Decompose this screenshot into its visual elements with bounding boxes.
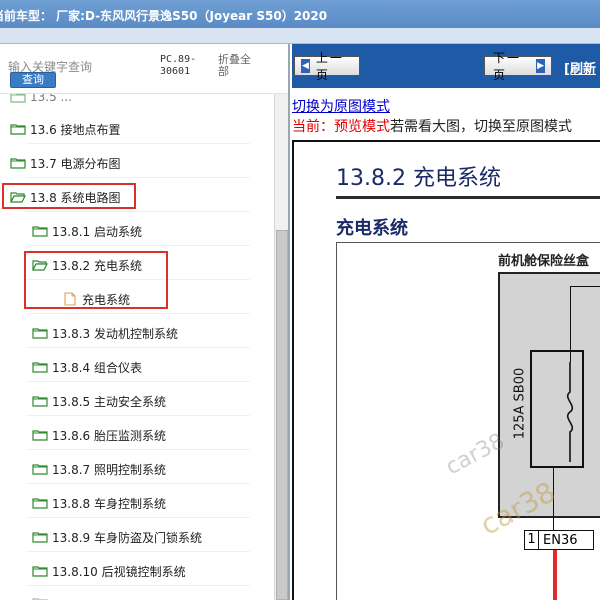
current-hint: 若需看大图，切换至原图模式 <box>390 119 572 135</box>
tree-item-label: 13.8.7 照明控制系统 <box>52 462 166 477</box>
fuse-label: 125A SB00 <box>512 367 528 440</box>
folder-icon <box>10 158 26 169</box>
folder-icon <box>32 430 48 441</box>
tree-item-13-8-4[interactable]: 13.8.4 组合仪表 <box>32 356 142 378</box>
current-mode-text: 当前：预览模式若需看大图，切换至原图模式 <box>292 116 572 136</box>
tree-item-label: 13.8.8 车身控制系统 <box>52 496 166 511</box>
tree-item-13-8-1[interactable]: 13.8.1 启动系统 <box>32 220 142 242</box>
catalog-tree: 13.5 ... 13.6 接地点布置 13.7 电源分布图 13.8 系统电路… <box>0 94 274 600</box>
heading-rule <box>336 196 600 199</box>
wiring-diagram: 前机舱保险丝盒 125A SB00 1 EN36 <box>336 242 600 600</box>
connector-label: EN36 <box>543 532 578 548</box>
folder-icon <box>10 94 26 103</box>
tree-item-label: 13.8.5 主动安全系统 <box>52 394 166 409</box>
current-mode: 预览模式 <box>334 119 390 135</box>
refresh-link[interactable]: [刷新 <box>564 58 596 77</box>
folder-icon <box>32 226 48 237</box>
document-view: 13.8.2 充电系统 充电系统 前机舱保险丝盒 125A SB00 1 EN3… <box>292 140 600 600</box>
search-bar: 查询 PC.89-30601 折叠全部 <box>0 44 288 94</box>
section-heading: 13.8.2 充电系统 <box>336 166 501 191</box>
folder-icon <box>32 362 48 373</box>
tree-pane: 查询 PC.89-30601 折叠全部 13.5 ... 13.6 接地点布置 … <box>0 44 290 600</box>
highlight-13-8 <box>2 183 136 209</box>
arrow-left-icon: ◀ <box>301 59 310 73</box>
tree-item-label: 13.8.3 发动机控制系统 <box>52 326 178 341</box>
prev-page-button[interactable]: ◀ 上一页 <box>294 51 360 82</box>
output-wire <box>553 550 557 600</box>
folder-icon <box>32 396 48 407</box>
tree-item-13-8-10[interactable]: 13.8.10 后视镜控制系统 <box>32 560 186 582</box>
connector-box: 1 EN36 <box>524 530 594 550</box>
tree-item-label: 13.8.9 车身防盗及门锁系统 <box>52 530 202 545</box>
content-pane: ◀ 上一页 下一页 ▶ [刷新 切换为原图模式 当前：预览模式若需看大图，切换至… <box>292 44 600 600</box>
query-button[interactable]: 查询 <box>10 72 56 88</box>
tree-item-13-8-3[interactable]: 13.8.3 发动机控制系统 <box>32 322 178 344</box>
tree-item-13-7[interactable]: 13.7 电源分布图 <box>10 152 121 174</box>
tree-item-label: 13.8.1 启动系统 <box>52 224 142 239</box>
pin-number: 1 <box>525 531 539 549</box>
collapse-all-button[interactable]: 折叠全部 <box>218 54 258 78</box>
tree-item-label: 13.5 ... <box>30 94 72 104</box>
tree-item-label: 13.7 电源分布图 <box>30 156 121 171</box>
tree-item-13-8-9[interactable]: 13.8.9 车身防盗及门锁系统 <box>32 526 202 548</box>
tree-item-label: 13.8.4 组合仪表 <box>52 360 142 375</box>
folder-icon <box>32 328 48 339</box>
tree-item-13-5[interactable]: 13.5 ... <box>10 94 72 108</box>
switch-original-mode-link[interactable]: 切换为原图模式 <box>292 96 390 116</box>
scrollbar-thumb[interactable] <box>276 230 288 600</box>
tree-item-13-8-6[interactable]: 13.8.6 胎压监测系统 <box>32 424 166 446</box>
title-bar-strip <box>0 28 600 44</box>
fuse-icon <box>566 362 574 462</box>
page-nav-bar: ◀ 上一页 下一页 ▶ [刷新 <box>292 44 600 88</box>
fuse-vertical-wire <box>570 286 571 362</box>
section-subheading: 充电系统 <box>336 218 408 239</box>
prev-page-label: 上一页 <box>315 51 344 82</box>
arrow-right-icon: ▶ <box>536 59 545 73</box>
folder-icon <box>32 464 48 475</box>
folder-icon <box>32 566 48 577</box>
tree-item-label: 13.6 接地点布置 <box>30 122 121 137</box>
highlight-13-8-2 <box>24 251 168 309</box>
pc-code: PC.89-30601 <box>160 54 197 77</box>
tree-item-label: 13.8.6 胎压监测系统 <box>52 428 166 443</box>
next-page-button[interactable]: 下一页 ▶ <box>484 51 552 82</box>
window-title: 当前车型： 厂家:D-东风风行景逸S50（Joyear S50）2020 <box>0 9 328 23</box>
tree-item-13-6[interactable]: 13.6 接地点布置 <box>10 118 121 140</box>
folder-icon <box>32 498 48 509</box>
tree-item-partial[interactable] <box>32 592 52 600</box>
tree-item-13-8-5[interactable]: 13.8.5 主动安全系统 <box>32 390 166 412</box>
folder-icon <box>32 532 48 543</box>
folder-icon <box>10 124 26 135</box>
fuse-top-wire <box>570 286 600 287</box>
tree-item-13-8-8[interactable]: 13.8.8 车身控制系统 <box>32 492 166 514</box>
next-page-label: 下一页 <box>493 51 522 82</box>
current-prefix: 当前： <box>292 119 334 135</box>
fuse-box-label: 前机舱保险丝盒 <box>498 254 590 269</box>
tree-item-label: 13.8.10 后视镜控制系统 <box>52 564 186 579</box>
tree-scrollbar[interactable] <box>274 94 288 600</box>
tree-item-13-8-7[interactable]: 13.8.7 照明控制系统 <box>32 458 166 480</box>
